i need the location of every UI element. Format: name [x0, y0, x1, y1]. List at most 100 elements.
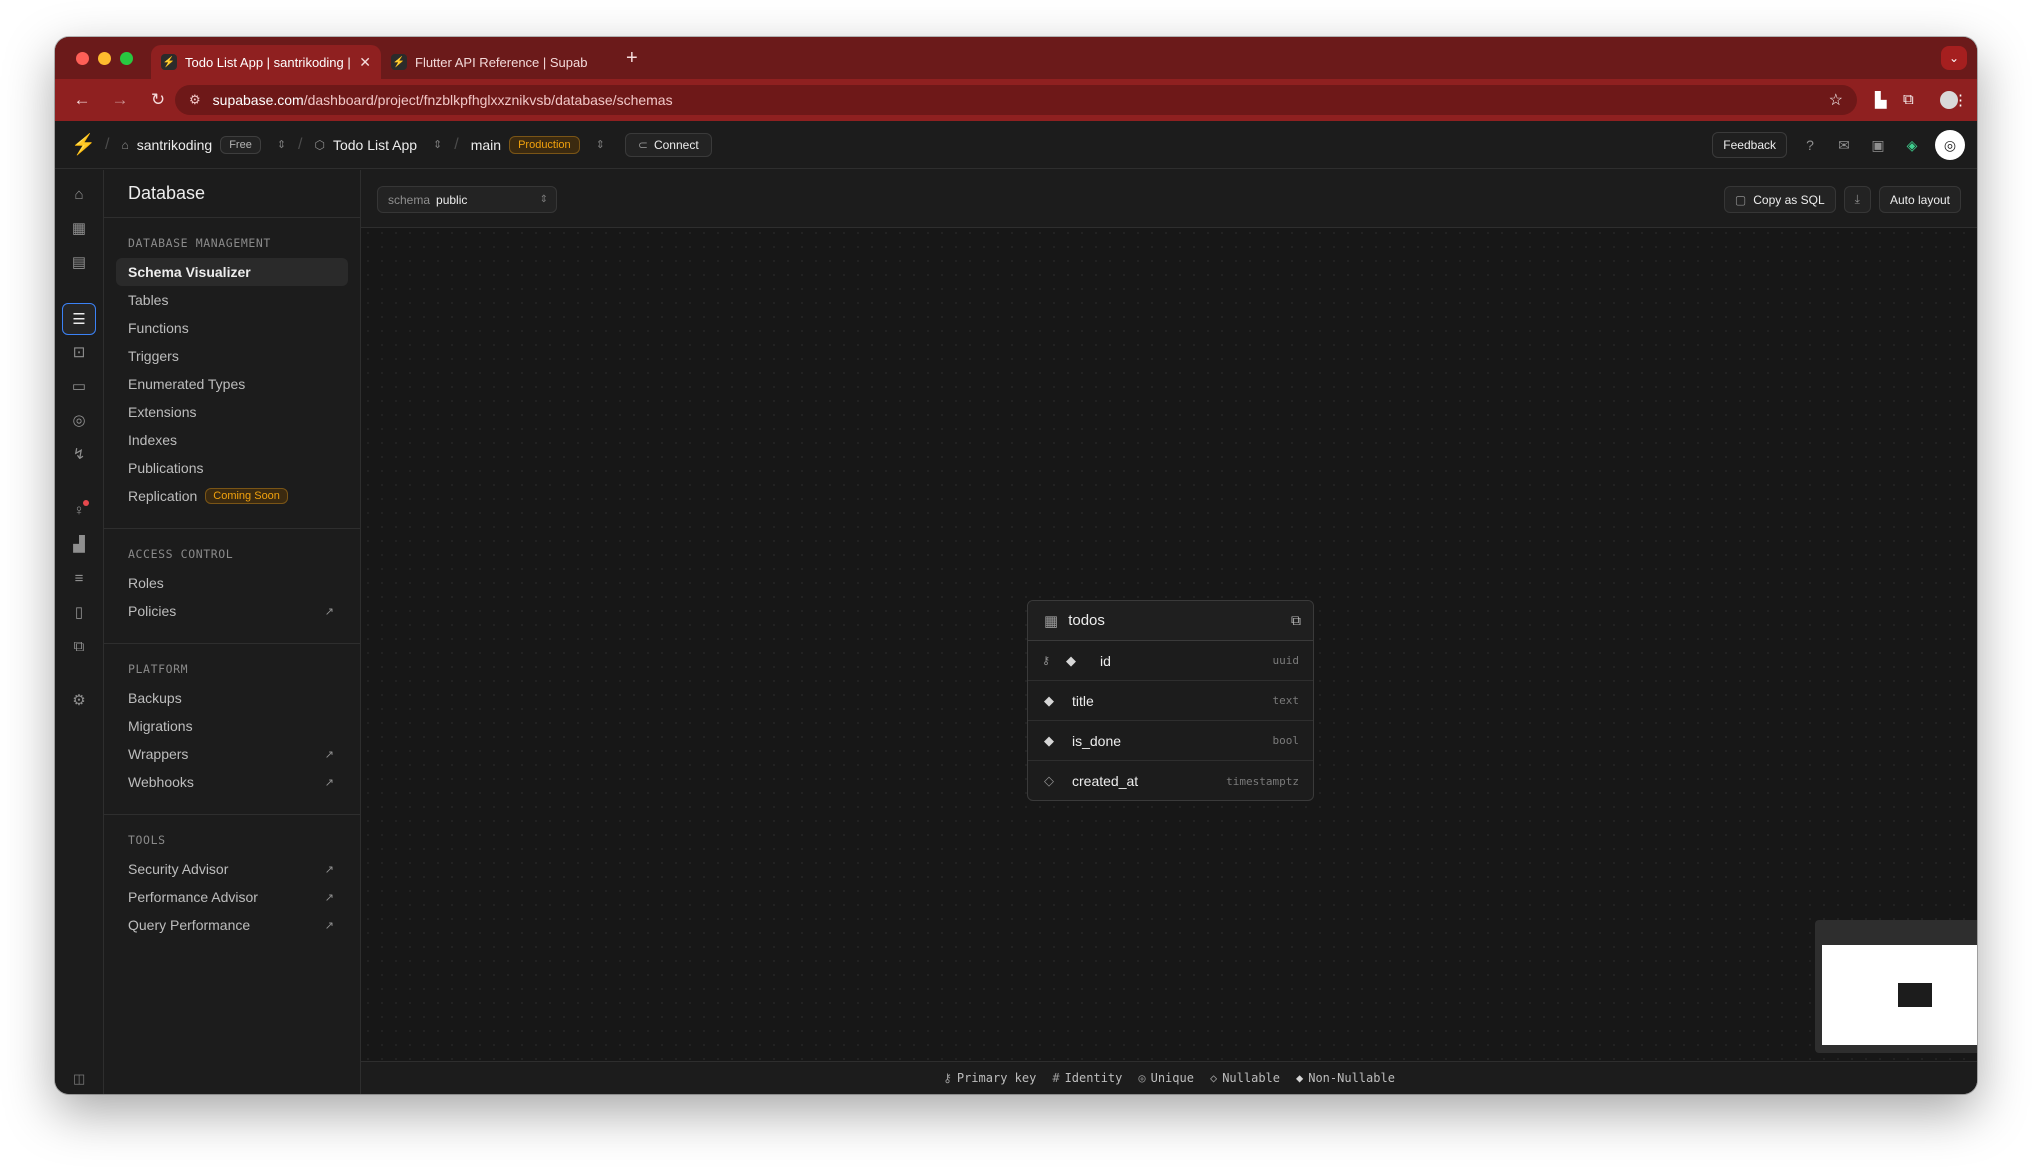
project-switcher[interactable]: ⬡ Todo List App ⇕: [315, 137, 443, 153]
schema-canvas[interactable]: schema public ⇕ ▢ Copy as SQL ⤓ Auto lay…: [361, 170, 1977, 1094]
non-nullable-icon: ◆: [1066, 652, 1076, 668]
sidebar-item-enumerated-types[interactable]: Enumerated Types: [116, 370, 348, 398]
logs-icon[interactable]: ≡: [67, 566, 91, 590]
primary-key-icon: ⚷: [1042, 655, 1051, 667]
forward-icon[interactable]: →: [109, 90, 131, 110]
section-heading: DATABASE MANAGEMENT: [128, 236, 271, 250]
column-row: ⚷ ◆ id uuid: [1028, 641, 1313, 681]
site-info-icon[interactable]: ⚙: [189, 92, 201, 108]
storage-icon[interactable]: ▭: [67, 374, 91, 398]
section-heading: TOOLS: [128, 833, 166, 847]
project-icon: ⬡: [314, 137, 325, 152]
schema-selector[interactable]: schema public ⇕: [377, 186, 557, 213]
extensions-puzzle-icon[interactable]: ⧉: [1903, 91, 1914, 108]
alert-dot: [83, 500, 89, 506]
column-name: created_at: [1072, 773, 1139, 789]
column-row: ◆ title text: [1028, 681, 1313, 721]
home-icon[interactable]: ⌂: [67, 182, 91, 206]
sidebar-item-extensions[interactable]: Extensions: [116, 398, 348, 426]
sidebar-item-triggers[interactable]: Triggers: [116, 342, 348, 370]
branch-name: main: [470, 136, 502, 153]
section-access-control: ACCESS CONTROL Roles Policies ↗: [104, 529, 360, 644]
collapse-sidebar-icon[interactable]: ◫: [73, 1071, 85, 1087]
download-button[interactable]: ⤓: [1843, 186, 1871, 213]
column-type: bool: [1272, 734, 1300, 747]
connect-button[interactable]: ⊂ Connect: [624, 132, 712, 157]
minimize-window-button[interactable]: [98, 51, 111, 65]
sidebar-item-security-advisor[interactable]: Security Advisor ↗: [116, 855, 348, 883]
table-node-todos[interactable]: ▦ todos ⧉ ⚷ ◆ id uuid ◆ title text ◆ is_…: [1027, 600, 1314, 801]
reports-icon[interactable]: ▟: [67, 532, 91, 556]
sidebar-item-schema-visualizer[interactable]: Schema Visualizer: [116, 258, 348, 286]
sidebar-item-roles[interactable]: Roles: [116, 569, 348, 597]
section-heading: ACCESS CONTROL: [128, 547, 234, 561]
auth-lock-icon[interactable]: ⊡: [67, 340, 91, 364]
integrations-icon[interactable]: ⧉: [67, 634, 91, 658]
sidebar-item-webhooks[interactable]: Webhooks ↗: [116, 768, 348, 796]
user-avatar[interactable]: ◎: [1935, 130, 1965, 160]
sidebar-item-publications[interactable]: Publications: [116, 454, 348, 482]
feedback-button[interactable]: Feedback: [1712, 132, 1787, 158]
maximize-window-button[interactable]: [120, 51, 133, 65]
close-window-button[interactable]: [76, 51, 89, 65]
external-link-icon: ↗: [324, 891, 334, 904]
settings-gear-icon[interactable]: ⚙: [67, 688, 91, 712]
edge-functions-icon[interactable]: ◎: [67, 408, 91, 432]
project-name: Todo List App: [332, 136, 418, 153]
sidebar-item-query-performance[interactable]: Query Performance ↗: [116, 911, 348, 939]
table-editor-icon[interactable]: ▦: [67, 216, 91, 240]
sidebar-item-replication[interactable]: Replication Coming Soon: [116, 482, 348, 510]
copy-as-sql-button[interactable]: ▢ Copy as SQL: [1723, 186, 1836, 213]
non-nullable-icon: ◆: [1044, 692, 1054, 708]
chevron-updown-icon[interactable]: ⇕: [433, 138, 442, 151]
new-tab-icon[interactable]: +: [626, 47, 638, 70]
minimap[interactable]: [1815, 920, 1977, 1053]
column-type: text: [1272, 694, 1300, 707]
schema-value: public: [436, 192, 468, 207]
sidebar-item-label: Webhooks: [128, 774, 194, 790]
sidebar-item-performance-advisor[interactable]: Performance Advisor ↗: [116, 883, 348, 911]
advisors-lightbulb-icon[interactable]: ♀: [67, 498, 91, 522]
extension-icon[interactable]: ▙: [1875, 91, 1887, 109]
terminal-icon[interactable]: ▣: [1867, 134, 1889, 156]
open-table-icon[interactable]: ⧉: [1291, 612, 1301, 629]
table-name: todos: [1068, 612, 1105, 629]
browser-tab-active[interactable]: ⚡ Todo List App | santrikoding | ✕: [151, 45, 381, 79]
legend-non-nullable: ◆ Non-Nullable: [1296, 1071, 1395, 1085]
api-docs-icon[interactable]: ▯: [67, 600, 91, 624]
coming-soon-badge: Coming Soon: [205, 488, 288, 504]
bookmark-star-icon[interactable]: ☆: [1829, 90, 1843, 110]
sidebar-item-label: Wrappers: [128, 746, 189, 762]
sidebar-item-policies[interactable]: Policies ↗: [116, 597, 348, 625]
breadcrumb-separator: /: [454, 135, 459, 153]
sidebar-item-tables[interactable]: Tables: [116, 286, 348, 314]
address-bar[interactable]: ⚙ supabase.com/dashboard/project/fnzblkp…: [175, 85, 1857, 115]
tab-search-chevron-icon[interactable]: ⌄: [1941, 46, 1967, 70]
chevron-updown-icon: ⇕: [539, 194, 548, 205]
supabase-logo-icon[interactable]: ⚡: [71, 134, 96, 156]
help-icon[interactable]: ?: [1799, 134, 1821, 156]
sidebar-item-label: Performance Advisor: [128, 889, 258, 905]
sql-editor-icon[interactable]: ▤: [67, 250, 91, 274]
database-icon[interactable]: ☰: [62, 303, 96, 335]
auto-layout-button[interactable]: Auto layout: [1878, 186, 1961, 213]
section-heading: PLATFORM: [128, 662, 189, 676]
chevron-updown-icon[interactable]: ⇕: [277, 138, 286, 151]
sidebar-item-indexes[interactable]: Indexes: [116, 426, 348, 454]
sidebar-item-backups[interactable]: Backups: [116, 684, 348, 712]
sidebar-item-migrations[interactable]: Migrations: [116, 712, 348, 740]
sidebar-item-wrappers[interactable]: Wrappers ↗: [116, 740, 348, 768]
header-actions: Feedback ? ✉ ▣ ◈ ◎: [1712, 130, 1965, 160]
branch-switcher[interactable]: main Production ⇕: [470, 135, 605, 154]
inbox-icon[interactable]: ✉: [1833, 134, 1855, 156]
browser-menu-icon[interactable]: ⋮: [1953, 91, 1968, 109]
chevron-updown-icon[interactable]: ⇕: [596, 138, 605, 151]
browser-tab[interactable]: ⚡ Flutter API Reference | Supab: [381, 45, 616, 79]
reload-icon[interactable]: ↻: [147, 90, 169, 110]
org-switcher[interactable]: ⌂ santrikoding Free ⇕: [121, 135, 286, 154]
assistant-icon[interactable]: ◈: [1901, 134, 1923, 156]
back-icon[interactable]: ←: [71, 90, 93, 110]
realtime-icon[interactable]: ↯: [67, 442, 91, 466]
close-tab-icon[interactable]: ✕: [359, 54, 371, 71]
sidebar-item-functions[interactable]: Functions: [116, 314, 348, 342]
